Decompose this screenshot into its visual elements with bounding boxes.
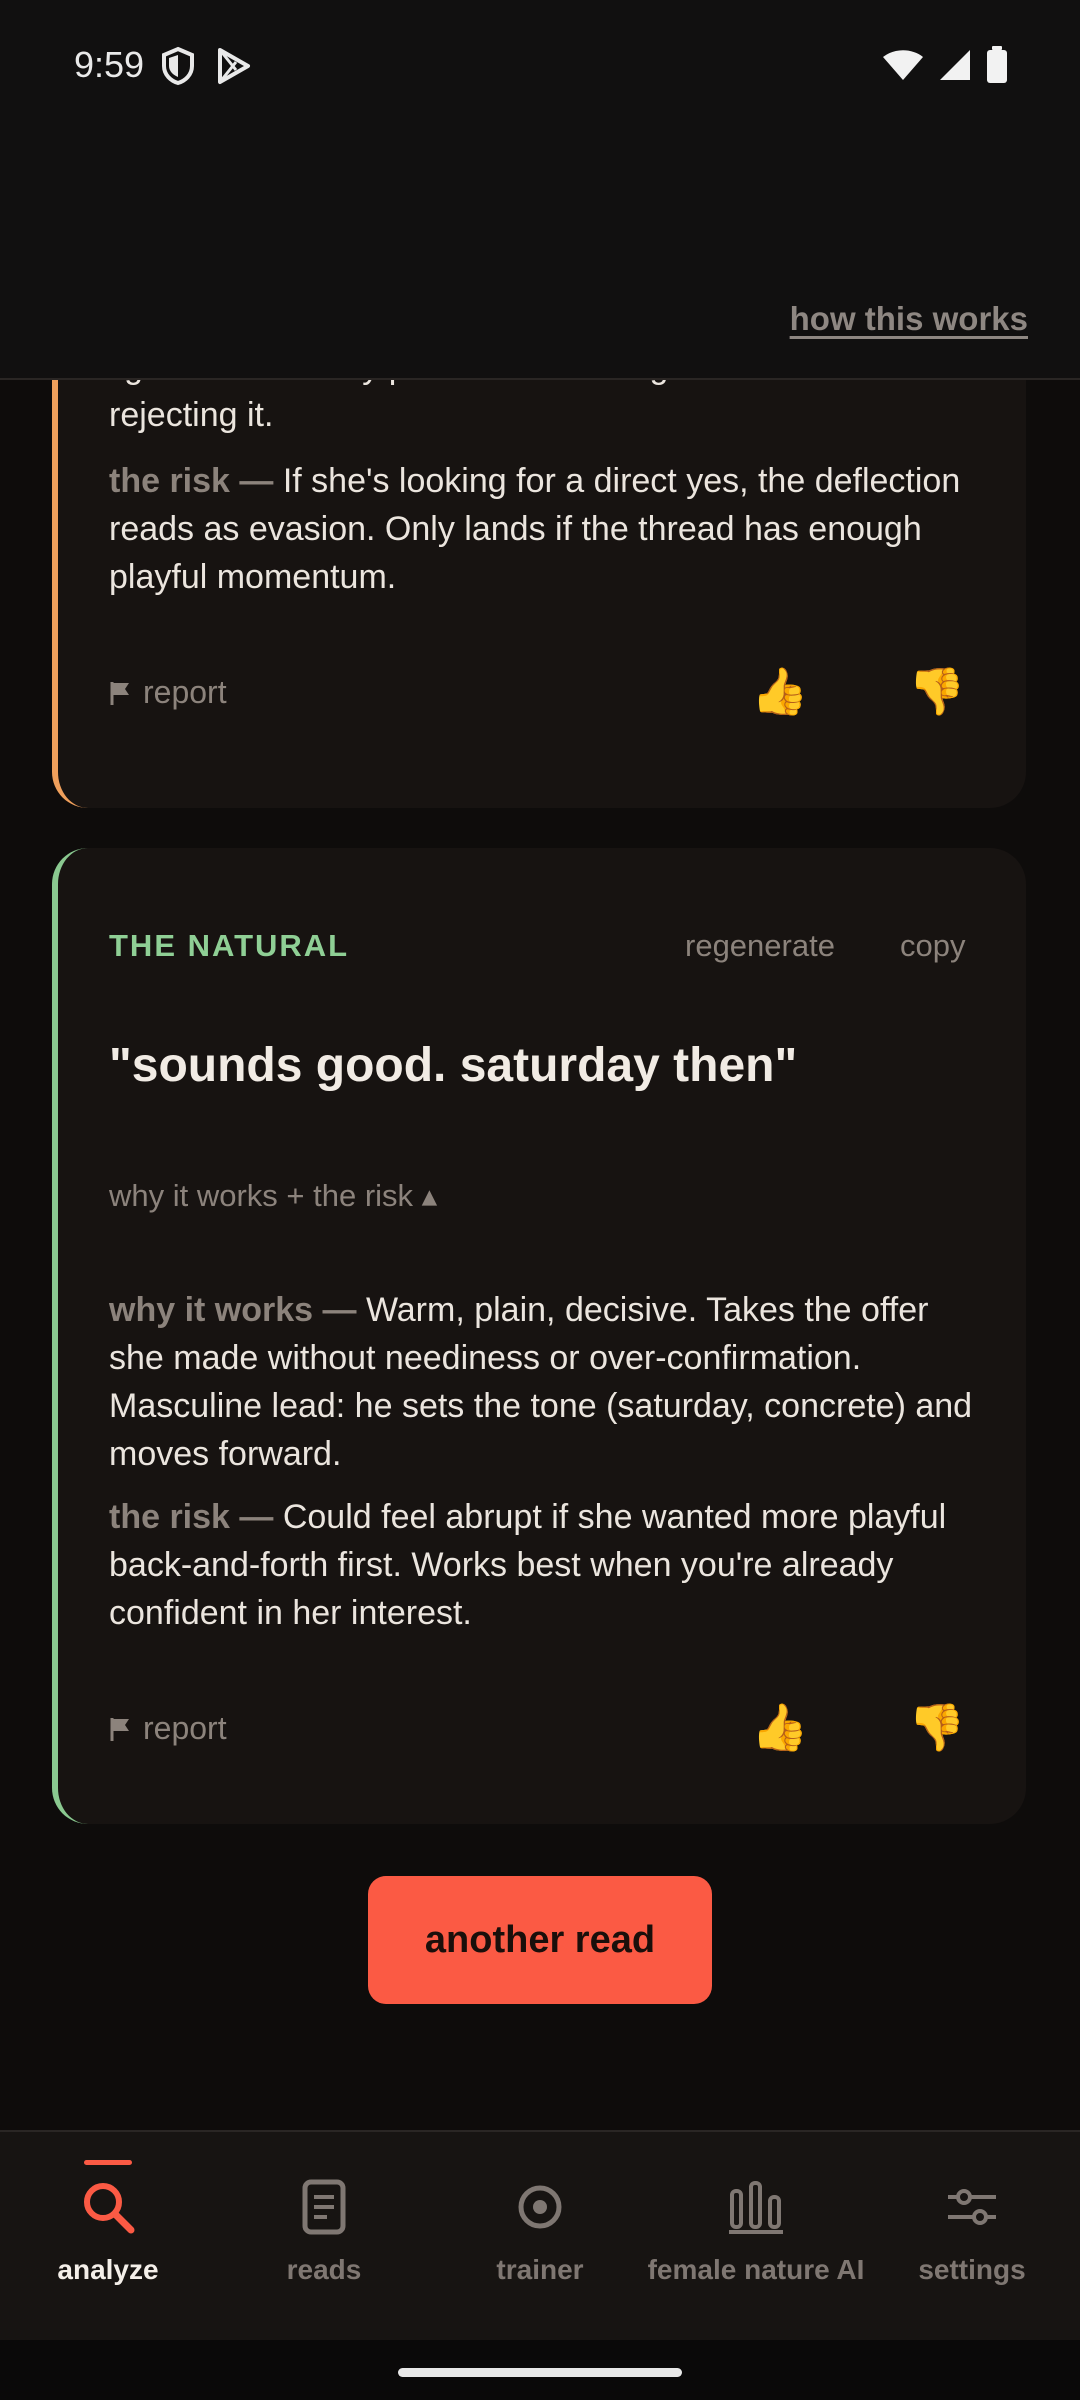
thumbs-down-button[interactable]: 👎: [908, 1700, 965, 1755]
shield-icon: [162, 46, 194, 86]
another-read-button[interactable]: another read: [368, 1876, 712, 2004]
battery-icon: [987, 46, 1007, 83]
wifi-icon: [883, 50, 923, 80]
bars-icon: [729, 2181, 783, 2234]
nav-label: trainer: [496, 2254, 584, 2285]
nav-label: analyze: [57, 2254, 159, 2285]
gesture-area: [0, 2340, 1080, 2400]
thumbs-up-button[interactable]: 👍: [751, 1700, 808, 1755]
active-indicator: [84, 2160, 132, 2165]
status-bar: 9:59: [0, 0, 1080, 130]
nav-item-analyze[interactable]: analyze: [0, 2132, 216, 2342]
sliders-icon: [948, 2189, 996, 2225]
report-label: report: [143, 674, 227, 710]
flag-icon: [110, 1717, 129, 1741]
report-button[interactable]: report: [109, 674, 227, 711]
home-gesture-bar[interactable]: [398, 2368, 682, 2377]
results-list[interactable]: light. Deflates any pressure in the logi…: [0, 380, 1080, 2130]
report-button[interactable]: report: [109, 1710, 227, 1747]
signal-icon: [940, 50, 970, 80]
flag-icon: [110, 681, 129, 705]
card-partial-text: light. Deflates any pressure in the logi…: [109, 380, 861, 434]
suggestion-card: light. Deflates any pressure in the logi…: [52, 380, 1026, 808]
status-time: 9:59: [74, 44, 145, 85]
status-left-icons: [160, 46, 252, 86]
thumbs-down-button[interactable]: 👎: [908, 664, 965, 719]
status-right-icons: [882, 46, 1008, 84]
nav-label: settings: [918, 2254, 1026, 2285]
app-header: how this works: [0, 130, 1080, 380]
document-icon: [302, 2179, 346, 2235]
why-it-works-text: why it works — Warm, plain, decisive. Ta…: [109, 1286, 989, 1478]
copy-button[interactable]: copy: [900, 928, 965, 964]
search-icon: [84, 2183, 135, 2234]
suggestion-label: THE NATURAL: [109, 928, 350, 963]
risk-lead: the risk —: [109, 462, 274, 500]
why-lead: why it works —: [109, 1291, 357, 1329]
nav-label: female nature AI: [647, 2254, 865, 2285]
suggested-reply: "sounds good. saturday then": [109, 1039, 798, 1092]
risk-text: the risk — If she's looking for a direct…: [109, 457, 989, 601]
nav-item-settings[interactable]: settings: [864, 2132, 1080, 2342]
thumbs-up-button[interactable]: 👍: [751, 664, 808, 719]
how-this-works-link[interactable]: how this works: [790, 300, 1028, 338]
suggestion-card-the-natural: THE NATURAL regenerate copy "sounds good…: [52, 848, 1026, 1824]
nav-label: reads: [286, 2254, 362, 2285]
risk-lead: the risk —: [109, 1498, 274, 1536]
nav-item-trainer[interactable]: trainer: [432, 2132, 648, 2342]
target-icon: [518, 2185, 562, 2229]
nav-item-female-nature-ai[interactable]: female nature AI: [648, 2132, 864, 2342]
risk-text: the risk — Could feel abrupt if she want…: [109, 1493, 989, 1637]
play-store-icon: [218, 48, 250, 84]
regenerate-button[interactable]: regenerate: [685, 928, 835, 964]
report-label: report: [143, 1710, 227, 1746]
why-it-works-toggle[interactable]: why it works + the risk ▴: [109, 1178, 437, 1214]
nav-item-reads[interactable]: reads: [216, 2132, 432, 2342]
bottom-nav: analyze reads trainer female nature AI s…: [0, 2130, 1080, 2340]
